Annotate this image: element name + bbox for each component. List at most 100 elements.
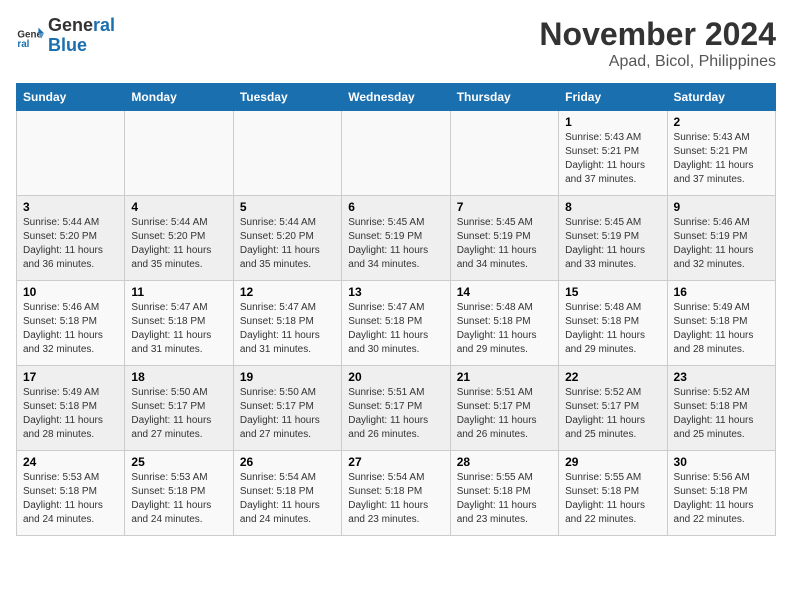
day-info: Sunrise: 5:53 AM Sunset: 5:18 PM Dayligh… (23, 471, 118, 527)
calendar-week-row: 17Sunrise: 5:49 AM Sunset: 5:18 PM Dayli… (17, 366, 776, 451)
calendar-cell: 5 Sunrise: 5:44 AM Sunset: 5:20 PM Daylig… (233, 196, 341, 281)
page-header: Gene ral GeneralBlue November 2024 Apad,… (16, 16, 776, 71)
day-number: 9 (674, 200, 769, 214)
calendar-cell: 24 Sunrise: 5:53 AM Sunset: 5:18 PM Dayli… (17, 451, 125, 536)
day-number: 7 (457, 200, 552, 214)
day-number: 19 (240, 370, 335, 384)
day-info: Sunrise: 5:55 AM Sunset: 5:18 PM Dayligh… (457, 471, 552, 527)
day-info: Sunrise: 5:43 AM Sunset: 5:21 PM Dayligh… (565, 131, 660, 187)
calendar-cell: 13Sunrise: 5:47 AM Sunset: 5:18 PM Dayli… (342, 281, 450, 366)
day-info: Sunrise: 5:53 AM Sunset: 5:18 PM Dayligh… (131, 471, 226, 527)
day-number: 1 (565, 115, 660, 129)
calendar-cell (125, 111, 233, 196)
logo-icon: Gene ral (16, 22, 44, 50)
calendar-cell: 14 Sunrise: 5:48 AM Sunset: 5:18 PM Dayli… (450, 281, 558, 366)
calendar-cell: 25 Sunrise: 5:53 AM Sunset: 5:18 PM Dayli… (125, 451, 233, 536)
day-number: 23 (674, 370, 769, 384)
day-info: Sunrise: 5:51 AM Sunset: 5:17 PM Dayligh… (348, 386, 443, 442)
day-number: 20 (348, 370, 443, 384)
calendar-cell: 17Sunrise: 5:49 AM Sunset: 5:18 PM Dayli… (17, 366, 125, 451)
weekday-header-monday: Monday (125, 84, 233, 111)
calendar-cell: 18 Sunrise: 5:50 AM Sunset: 5:17 PM Dayli… (125, 366, 233, 451)
calendar-cell: 19 Sunrise: 5:50 AM Sunset: 5:17 PM Dayli… (233, 366, 341, 451)
calendar-cell: 11 Sunrise: 5:47 AM Sunset: 5:18 PM Dayli… (125, 281, 233, 366)
day-info: Sunrise: 5:44 AM Sunset: 5:20 PM Dayligh… (240, 216, 335, 272)
day-info: Sunrise: 5:56 AM Sunset: 5:18 PM Dayligh… (674, 471, 769, 527)
day-info: Sunrise: 5:52 AM Sunset: 5:18 PM Dayligh… (674, 386, 769, 442)
day-info: Sunrise: 5:45 AM Sunset: 5:19 PM Dayligh… (565, 216, 660, 272)
weekday-header-row: SundayMondayTuesdayWednesdayThursdayFrid… (17, 84, 776, 111)
day-info: Sunrise: 5:54 AM Sunset: 5:18 PM Dayligh… (348, 471, 443, 527)
day-number: 14 (457, 285, 552, 299)
day-number: 5 (240, 200, 335, 214)
day-number: 22 (565, 370, 660, 384)
calendar-cell: 29 Sunrise: 5:55 AM Sunset: 5:18 PM Dayli… (559, 451, 667, 536)
calendar-week-row: 3Sunrise: 5:44 AM Sunset: 5:20 PM Daylig… (17, 196, 776, 281)
day-info: Sunrise: 5:47 AM Sunset: 5:18 PM Dayligh… (240, 301, 335, 357)
title-section: November 2024 Apad, Bicol, Philippines (539, 16, 776, 71)
calendar-cell (17, 111, 125, 196)
day-number: 21 (457, 370, 552, 384)
calendar-cell: 27 Sunrise: 5:54 AM Sunset: 5:18 PM Dayli… (342, 451, 450, 536)
day-info: Sunrise: 5:48 AM Sunset: 5:18 PM Dayligh… (565, 301, 660, 357)
day-number: 6 (348, 200, 443, 214)
weekday-header-sunday: Sunday (17, 84, 125, 111)
calendar-cell: 8 Sunrise: 5:45 AM Sunset: 5:19 PM Daylig… (559, 196, 667, 281)
weekday-header-saturday: Saturday (667, 84, 775, 111)
day-number: 2 (674, 115, 769, 129)
day-number: 8 (565, 200, 660, 214)
day-info: Sunrise: 5:45 AM Sunset: 5:19 PM Dayligh… (348, 216, 443, 272)
day-number: 11 (131, 285, 226, 299)
svg-text:ral: ral (17, 39, 29, 50)
weekday-header-tuesday: Tuesday (233, 84, 341, 111)
location-title: Apad, Bicol, Philippines (539, 53, 776, 71)
day-info: Sunrise: 5:50 AM Sunset: 5:17 PM Dayligh… (240, 386, 335, 442)
day-info: Sunrise: 5:51 AM Sunset: 5:17 PM Dayligh… (457, 386, 552, 442)
calendar-cell: 3Sunrise: 5:44 AM Sunset: 5:20 PM Daylig… (17, 196, 125, 281)
day-info: Sunrise: 5:55 AM Sunset: 5:18 PM Dayligh… (565, 471, 660, 527)
logo-text: GeneralBlue (48, 16, 115, 56)
calendar-cell: 9 Sunrise: 5:46 AM Sunset: 5:19 PM Daylig… (667, 196, 775, 281)
calendar-cell: 10Sunrise: 5:46 AM Sunset: 5:18 PM Dayli… (17, 281, 125, 366)
day-info: Sunrise: 5:50 AM Sunset: 5:17 PM Dayligh… (131, 386, 226, 442)
day-number: 26 (240, 455, 335, 469)
day-info: Sunrise: 5:45 AM Sunset: 5:19 PM Dayligh… (457, 216, 552, 272)
weekday-header-friday: Friday (559, 84, 667, 111)
calendar-cell (342, 111, 450, 196)
weekday-header-thursday: Thursday (450, 84, 558, 111)
day-info: Sunrise: 5:49 AM Sunset: 5:18 PM Dayligh… (674, 301, 769, 357)
day-number: 29 (565, 455, 660, 469)
calendar-week-row: 1 Sunrise: 5:43 AM Sunset: 5:21 PM Daylig… (17, 111, 776, 196)
calendar-cell: 28 Sunrise: 5:55 AM Sunset: 5:18 PM Dayli… (450, 451, 558, 536)
day-number: 4 (131, 200, 226, 214)
day-number: 30 (674, 455, 769, 469)
day-number: 24 (23, 455, 118, 469)
logo: Gene ral GeneralBlue (16, 16, 115, 56)
calendar-week-row: 10Sunrise: 5:46 AM Sunset: 5:18 PM Dayli… (17, 281, 776, 366)
calendar-cell: 7 Sunrise: 5:45 AM Sunset: 5:19 PM Daylig… (450, 196, 558, 281)
calendar-cell: 6 Sunrise: 5:45 AM Sunset: 5:19 PM Daylig… (342, 196, 450, 281)
day-info: Sunrise: 5:47 AM Sunset: 5:18 PM Dayligh… (131, 301, 226, 357)
day-info: Sunrise: 5:46 AM Sunset: 5:19 PM Dayligh… (674, 216, 769, 272)
day-number: 17 (23, 370, 118, 384)
day-info: Sunrise: 5:48 AM Sunset: 5:18 PM Dayligh… (457, 301, 552, 357)
calendar-cell: 1 Sunrise: 5:43 AM Sunset: 5:21 PM Daylig… (559, 111, 667, 196)
calendar-cell: 15 Sunrise: 5:48 AM Sunset: 5:18 PM Dayli… (559, 281, 667, 366)
day-info: Sunrise: 5:46 AM Sunset: 5:18 PM Dayligh… (23, 301, 118, 357)
day-info: Sunrise: 5:54 AM Sunset: 5:18 PM Dayligh… (240, 471, 335, 527)
calendar-cell: 12Sunrise: 5:47 AM Sunset: 5:18 PM Dayli… (233, 281, 341, 366)
calendar-cell (450, 111, 558, 196)
day-number: 15 (565, 285, 660, 299)
calendar-cell: 4 Sunrise: 5:44 AM Sunset: 5:20 PM Daylig… (125, 196, 233, 281)
calendar-cell: 30 Sunrise: 5:56 AM Sunset: 5:18 PM Dayli… (667, 451, 775, 536)
calendar-cell: 16Sunrise: 5:49 AM Sunset: 5:18 PM Dayli… (667, 281, 775, 366)
day-number: 28 (457, 455, 552, 469)
day-number: 25 (131, 455, 226, 469)
day-info: Sunrise: 5:44 AM Sunset: 5:20 PM Dayligh… (23, 216, 118, 272)
calendar-cell: 21 Sunrise: 5:51 AM Sunset: 5:17 PM Dayli… (450, 366, 558, 451)
weekday-header-wednesday: Wednesday (342, 84, 450, 111)
day-info: Sunrise: 5:44 AM Sunset: 5:20 PM Dayligh… (131, 216, 226, 272)
day-number: 27 (348, 455, 443, 469)
calendar-week-row: 24 Sunrise: 5:53 AM Sunset: 5:18 PM Dayli… (17, 451, 776, 536)
day-number: 18 (131, 370, 226, 384)
